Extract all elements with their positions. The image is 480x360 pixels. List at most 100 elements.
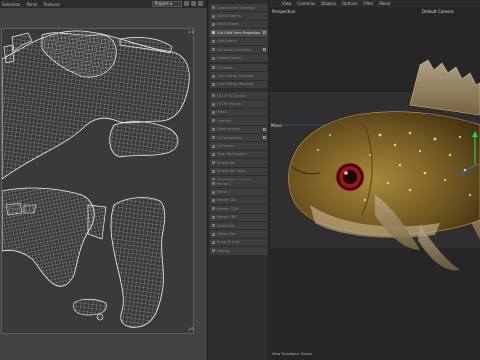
vp-menu-view[interactable]: View [282, 1, 292, 6]
tool-item-label: Quick Wrap Cascade [217, 74, 254, 79]
vp-menu-panel[interactable]: Panel [379, 1, 390, 6]
tool-item[interactable]: Mesh Seams [210, 20, 268, 29]
tool-icon [212, 127, 215, 131]
tool-icon [212, 31, 215, 35]
project-dropdown-label: Project [155, 1, 169, 6]
tool-item[interactable]: Mirror U [210, 180, 268, 188]
tool-item-label: Fit UV To Canvas [217, 93, 246, 98]
vp-menu-filter[interactable]: Filter [363, 1, 373, 6]
lock-icon[interactable] [191, 1, 196, 6]
tool-icon [212, 240, 215, 244]
tool-item[interactable]: Seams from Selection [210, 4, 268, 12]
tool-item-label: Scale Islands [217, 127, 240, 132]
pelvic-fin [418, 225, 460, 271]
uv-island-body-tail [109, 121, 179, 158]
tool-item[interactable]: Straighten [210, 159, 268, 167]
tool-icon [212, 39, 215, 43]
tool-group-layout: Fit UV To Canvas Fit UV Islands Relax Optim… [210, 92, 268, 184]
tool-icon [212, 136, 215, 140]
tool-item[interactable]: Rotate CCW [210, 205, 268, 213]
tool-item[interactable]: Rotate CW [210, 196, 268, 205]
view-transform-status: View Transform: Scene [272, 352, 312, 356]
tool-options-icon[interactable] [263, 48, 266, 52]
tool-item[interactable]: Straighten Rows [210, 167, 268, 175]
uv-editor-panel: Selection Panel Textures Project ▾ 1.1 1… [0, 0, 207, 360]
tool-item[interactable]: UV Seam Functions [210, 45, 268, 54]
tool-item-label: Straighten Rows [217, 169, 246, 174]
uv-island-mesh [1, 30, 190, 328]
tool-item[interactable]: Unfold Seams [210, 54, 268, 62]
vp-menu-display[interactable]: Display [321, 1, 336, 6]
grid-icon[interactable] [184, 1, 189, 6]
tool-icon [212, 144, 215, 148]
settings-icon[interactable] [198, 1, 203, 6]
vp-menu-cameras[interactable]: Cameras [298, 1, 316, 6]
tool-item[interactable]: Cut UVW from Projection [210, 29, 268, 37]
tool-icon [212, 110, 215, 114]
tool-item[interactable]: Offset UVs [210, 230, 268, 238]
uv-menu-selection[interactable]: Selection [2, 2, 20, 7]
tool-icon [212, 232, 215, 236]
tool-item[interactable]: Fit UV To Canvas [210, 92, 268, 100]
dorsal-fin [409, 59, 480, 116]
tool-item-label: Relax [217, 110, 227, 115]
tool-icon [212, 249, 215, 253]
tool-item[interactable]: Display [210, 247, 268, 255]
tool-item-label: Fit Pattern [217, 144, 235, 149]
tool-item[interactable]: Align Rectangles [210, 150, 268, 159]
tool-item[interactable]: Snap To Grid [210, 238, 268, 247]
tool-item-label: UV Mode [217, 65, 233, 70]
uv-canvas[interactable] [1, 28, 194, 334]
uv-island-head [1, 187, 95, 287]
tool-item-label: Unfold Seams [217, 56, 242, 61]
tool-item[interactable]: Quick Wrap Mapping [210, 80, 268, 89]
tool-item[interactable]: Scale Islands [210, 125, 268, 133]
uv-island-tiny-2 [96, 313, 104, 321]
tool-item-label: Scale UVs [217, 223, 235, 228]
tool-item[interactable]: Optimal [210, 117, 268, 125]
tool-item-label: Select Seams [217, 14, 241, 19]
camera-label[interactable]: Default Camera [422, 9, 454, 14]
tool-icon [212, 182, 215, 186]
tool-group-wrap: UV Mode Quick Wrap Cascade Quick Wrap Mapp… [210, 64, 268, 89]
tool-item-label: Mesh Seams [217, 22, 240, 27]
tool-item-label: Align Rectangles [217, 152, 247, 157]
uv-island-fin [110, 197, 166, 328]
uv-menu-textures[interactable]: Textures [43, 2, 60, 7]
uv-island-small-2 [3, 44, 15, 64]
project-dropdown[interactable]: Project ▾ [152, 1, 182, 7]
tool-icon [212, 152, 215, 156]
tool-options-icon[interactable] [263, 136, 266, 140]
tool-item-label: UV Seam Functions [217, 47, 251, 52]
vp-menu-options[interactable]: Options [342, 1, 357, 6]
tool-icon [212, 94, 215, 98]
tool-icon [212, 56, 215, 60]
tool-item[interactable]: Rotate 180 [210, 213, 268, 221]
tool-item-label: Display [217, 248, 230, 253]
uv-toolbar-icons [184, 1, 206, 7]
tool-item-label: Fit UV Islands [217, 102, 241, 107]
tool-options-icon[interactable] [263, 31, 266, 35]
tool-item[interactable]: Fit UV Islands [210, 100, 268, 108]
tool-item[interactable]: Mirror V [210, 188, 268, 196]
tool-icon [212, 48, 215, 52]
tool-item[interactable]: UV Mode [210, 64, 268, 72]
tool-options-icon[interactable] [263, 127, 266, 131]
tool-icon [212, 224, 215, 228]
tool-item[interactable]: Add Seams [210, 37, 268, 45]
tool-icon [212, 74, 215, 78]
tool-item[interactable]: Scale UVs [210, 221, 268, 230]
tool-item-label: Snap To Grid [217, 240, 240, 245]
tool-item[interactable]: Fit Pattern [210, 142, 268, 150]
uv-menu-panel[interactable]: Panel [26, 2, 37, 7]
perspective-viewport[interactable]: View Cameras Display Options Filter Pane… [270, 0, 480, 360]
tool-item[interactable]: Relax [210, 108, 268, 117]
tool-icon [212, 22, 215, 26]
tool-item[interactable]: Fit Rectangles [210, 133, 268, 142]
tool-item[interactable]: Quick Wrap Cascade [210, 72, 268, 80]
tool-icon [212, 82, 215, 86]
fish-model[interactable] [270, 55, 480, 290]
viewport-menubar: View Cameras Display Options Filter Pane… [270, 0, 480, 7]
uv-island-tiny-1 [73, 298, 107, 316]
tool-item[interactable]: Select Seams [210, 12, 268, 20]
